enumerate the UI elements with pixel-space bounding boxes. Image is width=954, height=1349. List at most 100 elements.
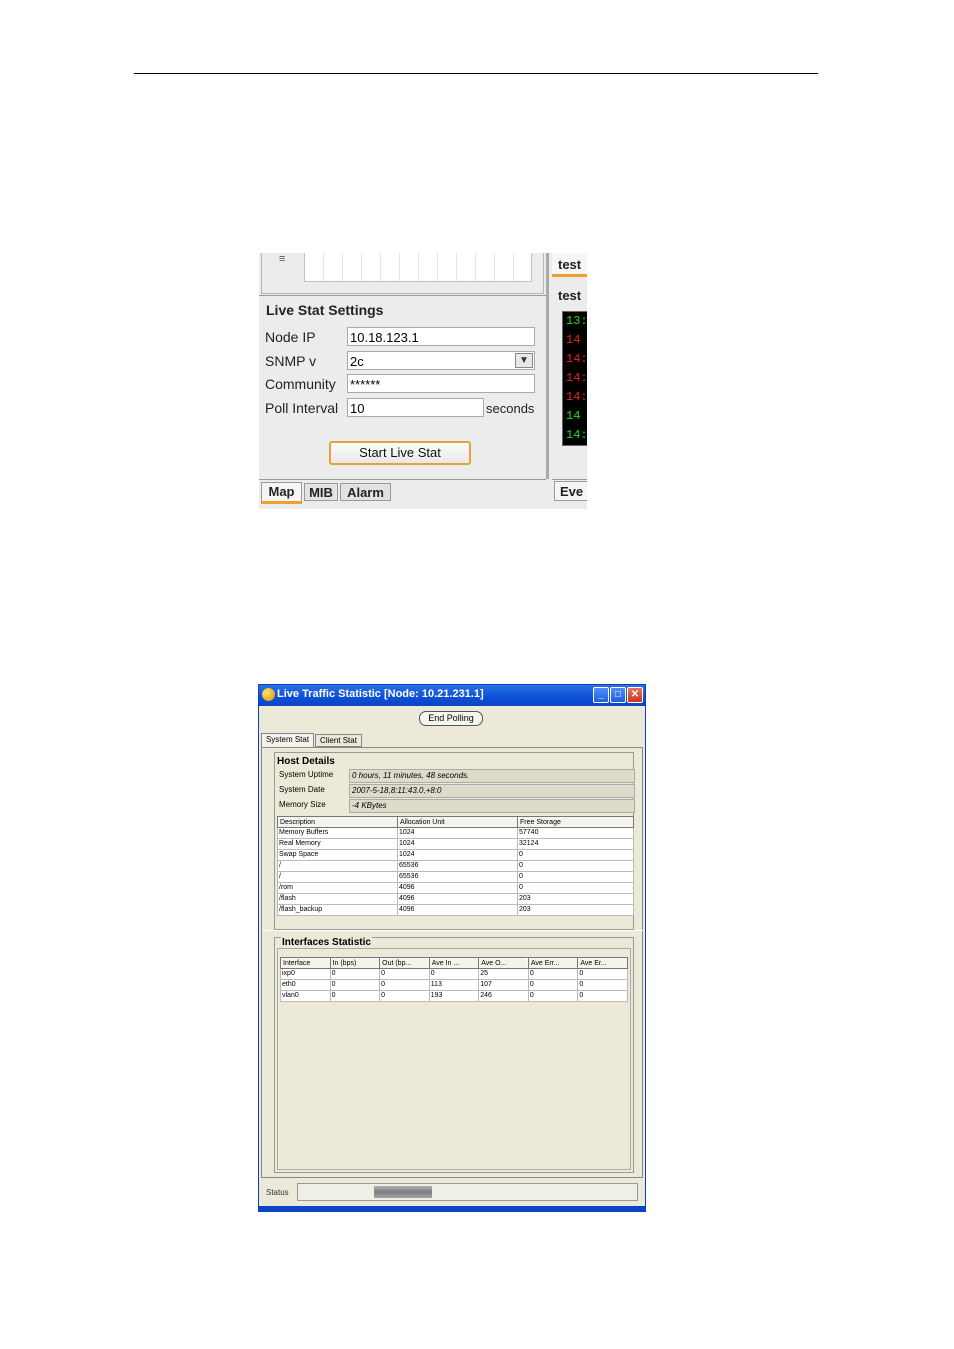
table-row[interactable]: /65536 0: [277, 860, 634, 872]
table-row[interactable]: Real Memory 1024 32124: [277, 838, 634, 850]
system-date-row: System Date 2007-5-18,8:11:43.0,+8:0: [277, 784, 635, 798]
end-polling-button[interactable]: End Polling: [419, 711, 483, 726]
table-cell: 0: [577, 979, 628, 991]
table-row[interactable]: /rom 4096 0: [277, 882, 634, 894]
table-cell: 0: [379, 968, 430, 980]
system-uptime-row: System Uptime 0 hours, 11 minutes, 48 se…: [277, 769, 635, 783]
right-tab-test-1[interactable]: test: [552, 253, 587, 277]
storage-column-header[interactable]: Allocation Unit: [397, 816, 518, 828]
tab-mib[interactable]: MIB: [304, 483, 338, 501]
table-cell: 0: [379, 990, 430, 1002]
interfaces-column-header[interactable]: In (bps): [329, 957, 381, 969]
table-cell: 203: [517, 893, 634, 905]
map-canvas[interactable]: [304, 253, 532, 282]
status-progress-fill: [374, 1186, 432, 1198]
snmp-version-value: 2c: [350, 354, 364, 369]
memory-size-value: -4 KBytes: [349, 799, 635, 813]
table-cell: 193: [428, 990, 480, 1002]
close-icon[interactable]: ✕: [627, 687, 643, 703]
interfaces-column-header[interactable]: Out (bp...: [379, 957, 430, 969]
interfaces-column-header[interactable]: Ave O...: [478, 957, 529, 969]
table-cell: vlan0: [280, 990, 331, 1002]
table-cell: 4096: [397, 893, 518, 905]
table-cell: 0: [517, 871, 634, 883]
host-details-title: Host Details: [277, 756, 335, 767]
right-tab-test-2[interactable]: test: [552, 285, 587, 307]
table-cell: 0: [329, 990, 381, 1002]
interfaces-column-header[interactable]: Ave In ...: [428, 957, 480, 969]
table-cell: 25: [478, 968, 529, 980]
table-row[interactable]: eth0 0 0 113 107 0 0: [280, 979, 628, 991]
table-cell: /flash: [277, 893, 398, 905]
table-cell: 65536: [397, 871, 518, 883]
node-ip-input[interactable]: 10.18.123.1: [347, 327, 535, 346]
status-progress-bar: [297, 1183, 638, 1201]
interfaces-column-header[interactable]: Interface: [280, 957, 331, 969]
grip-icon[interactable]: ≡: [279, 253, 285, 265]
tab-map[interactable]: Map: [261, 482, 302, 504]
console-line: 14: [566, 409, 581, 423]
table-cell: /: [277, 860, 398, 872]
snmp-version-select[interactable]: 2c ▼: [347, 351, 535, 370]
status-label: Status: [266, 1188, 289, 1197]
window-titlebar[interactable]: Live Traffic Statistic [Node: 10.21.231.…: [259, 685, 645, 706]
tab-system-stat[interactable]: System Stat: [261, 733, 314, 747]
community-label: Community: [265, 376, 336, 392]
console-line: 14:: [566, 352, 587, 366]
table-cell: 0: [517, 860, 634, 872]
event-console: 13: 14 14: 14: 14: 14 14:: [562, 311, 587, 446]
interfaces-table-area: Interface In (bps) Out (bp... Ave In ... Ave…: [277, 948, 631, 1170]
table-cell: Swap Space: [277, 849, 398, 861]
table-cell: 0: [577, 968, 628, 980]
system-date-value: 2007-5-18,8:11:43.0,+8:0: [349, 784, 635, 798]
table-cell: 32124: [517, 838, 634, 850]
storage-column-header[interactable]: Free Storage: [517, 816, 634, 828]
table-cell: Memory Buffers: [277, 827, 398, 839]
interfaces-column-header[interactable]: Ave Err...: [527, 957, 579, 969]
tab-alarm[interactable]: Alarm: [340, 483, 391, 501]
table-row[interactable]: /65536 0: [277, 871, 634, 883]
snmp-version-label: SNMP v: [265, 353, 317, 369]
table-row[interactable]: /flash 4096 203: [277, 893, 634, 905]
table-row[interactable]: /flash_backup 4096 203: [277, 904, 634, 916]
app-icon: [262, 688, 275, 701]
table-cell: 0: [379, 979, 430, 991]
minimize-icon[interactable]: _: [593, 687, 609, 703]
page-top-rule: [134, 73, 818, 74]
community-input[interactable]: ******: [347, 374, 535, 393]
table-cell: /rom: [277, 882, 398, 894]
panel-divider[interactable]: [259, 295, 546, 296]
table-cell: 65536: [397, 860, 518, 872]
poll-interval-input[interactable]: 10: [347, 398, 484, 417]
table-row[interactable]: ixp0 0 0 0 25 0 0: [280, 968, 628, 980]
chevron-down-icon[interactable]: ▼: [515, 353, 533, 368]
poll-interval-label: Poll Interval: [265, 400, 339, 416]
memory-size-row: Memory Size -4 KBytes: [277, 799, 635, 813]
interfaces-column-header[interactable]: Ave Er...: [577, 957, 628, 969]
live-stat-settings-screenshot: ≡ Live Stat Settings Node IP 10.18.123.1…: [259, 253, 587, 509]
memory-size-label: Memory Size: [279, 800, 326, 809]
splitter[interactable]: [262, 930, 644, 931]
system-uptime-label: System Uptime: [279, 770, 334, 779]
table-cell: 0: [577, 990, 628, 1002]
table-cell: Real Memory: [277, 838, 398, 850]
storage-column-header[interactable]: Description: [277, 816, 398, 828]
table-cell: 246: [478, 990, 529, 1002]
maximize-icon[interactable]: □: [610, 687, 626, 703]
table-cell: 0: [428, 968, 480, 980]
map-area: ≡: [259, 253, 546, 295]
start-live-stat-button[interactable]: Start Live Stat: [329, 441, 471, 465]
interfaces-table: Interface In (bps) Out (bp... Ave In ... Ave…: [280, 957, 628, 1002]
table-cell: 0: [517, 882, 634, 894]
table-cell: 0: [329, 968, 381, 980]
table-row[interactable]: Swap Space 1024 0: [277, 849, 634, 861]
storage-table: Description Allocation Unit Free Storage M…: [277, 816, 634, 916]
settings-title: Live Stat Settings: [266, 302, 384, 318]
tab-events[interactable]: Eve: [554, 481, 587, 501]
table-row[interactable]: vlan0 0 0 193 246 0 0: [280, 990, 628, 1002]
console-line: 13:: [566, 314, 587, 328]
right-tabbar: Eve: [552, 479, 587, 509]
table-row[interactable]: Memory Buffers 1024 57740: [277, 827, 634, 839]
table-cell: /: [277, 871, 398, 883]
tab-client-stat[interactable]: Client Stat: [315, 734, 362, 747]
